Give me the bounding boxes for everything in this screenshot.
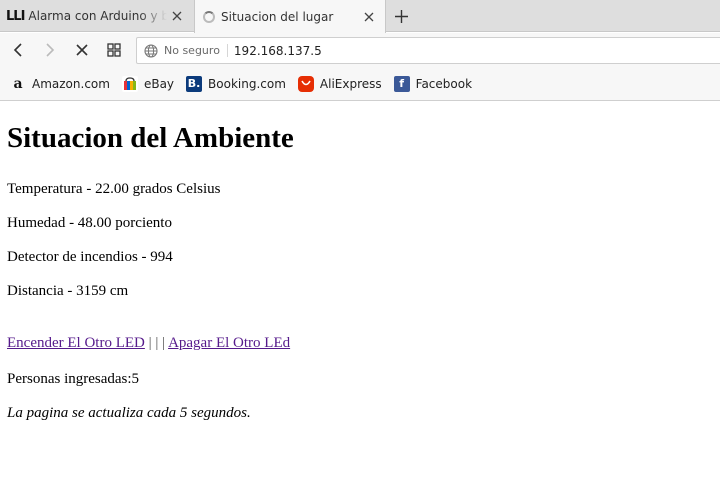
bookmark-label: Booking.com [208, 76, 286, 91]
security-label[interactable]: No seguro [164, 44, 228, 57]
back-button[interactable] [7, 38, 31, 62]
bookmark-label: eBay [143, 76, 175, 91]
led-controls: Encender El Otro LED | | | Apagar El Otr… [7, 335, 290, 352]
new-tab-button[interactable] [391, 6, 411, 26]
booking-icon: B. [186, 75, 203, 92]
grid-icon [107, 43, 121, 57]
refresh-note: La pagina se actualiza cada 5 segundos. [7, 405, 251, 421]
speed-dial-button[interactable] [102, 38, 126, 62]
globe-icon[interactable] [144, 43, 158, 58]
tab-alarma[interactable]: LLI Alarma con Arduino y buzzer [0, 0, 193, 32]
bookmark-facebook[interactable]: f Facebook [393, 75, 473, 92]
navigation-toolbar: No seguro 192.168.137.5 [0, 33, 720, 67]
bookmark-label: Amazon.com [32, 76, 110, 91]
bookmarks-bar: a Amazon.com eBay B. Booking.com AliExpr… [0, 67, 720, 101]
stop-button[interactable] [70, 38, 94, 62]
humidity-reading: Humedad - 48.00 porciento [7, 215, 172, 231]
page-title: Situacion del Ambiente [7, 122, 294, 154]
distance-reading: Distancia - 3159 cm [7, 283, 129, 299]
close-icon[interactable] [359, 7, 379, 27]
address-bar[interactable]: No seguro 192.168.137.5 [136, 37, 720, 64]
led-on-link[interactable]: Encender El Otro LED [7, 335, 145, 351]
bookmark-ebay[interactable]: eBay [121, 75, 175, 92]
tab-strip: LLI Alarma con Arduino y buzzer Situacio… [0, 0, 720, 33]
temperature-reading: Temperatura - 22.00 grados Celsius [7, 181, 221, 197]
led-off-link[interactable]: Apagar El Otro LEd [168, 335, 290, 351]
close-icon[interactable] [167, 6, 187, 26]
bookmark-aliexpress[interactable]: AliExpress [297, 75, 382, 92]
tab-title: Situacion del lugar [221, 9, 334, 24]
tab-title: Alarma con Arduino y buzzer [28, 9, 167, 23]
bookmark-label: AliExpress [319, 76, 382, 91]
page-content: Situacion del Ambiente Temperatura - 22.… [0, 102, 720, 480]
plus-icon [394, 9, 408, 23]
bookmark-booking[interactable]: B. Booking.com [186, 75, 286, 92]
forward-button[interactable] [37, 38, 61, 62]
facebook-icon: f [393, 75, 410, 92]
aliexpress-icon [297, 75, 314, 92]
persons-count: Personas ingresadas:5 [7, 371, 140, 387]
amazon-icon: a [13, 75, 23, 92]
link-separator: | | | [144, 335, 169, 351]
stop-x-icon [76, 44, 88, 56]
back-arrow-icon [13, 43, 22, 57]
ebay-icon [121, 75, 138, 92]
fire-detector-reading: Detector de incendios - 994 [7, 249, 173, 265]
lll-favicon-icon: LLI [6, 8, 25, 24]
url-text[interactable]: 192.168.137.5 [234, 44, 322, 58]
bookmark-label: Facebook [415, 76, 473, 91]
forward-arrow-icon [46, 43, 55, 57]
tab-situacion[interactable]: Situacion del lugar [194, 0, 386, 33]
bookmark-amazon[interactable]: a Amazon.com [10, 76, 110, 92]
loading-spinner-icon [203, 10, 215, 23]
